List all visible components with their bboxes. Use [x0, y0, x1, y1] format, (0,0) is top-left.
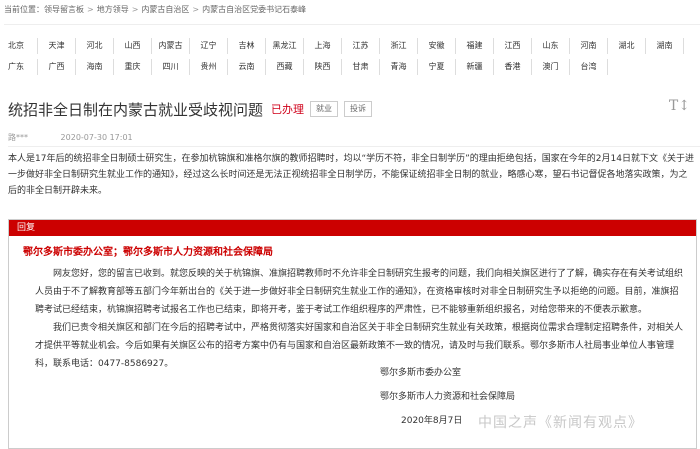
region-link[interactable]: 河北 [76, 38, 114, 54]
region-nav: 北京 天津 河北 山西 内蒙古 辽宁 吉林 黑龙江 上海 江苏 浙江 安徽 福建 江西 山东 河南 湖北 湖南 广… [8, 38, 692, 80]
region-link[interactable]: 澳门 [532, 59, 570, 75]
region-link[interactable]: 上海 [304, 38, 342, 54]
reply-signature-date: 2020年8月7日 [401, 416, 463, 426]
region-link[interactable]: 甘肃 [342, 59, 380, 75]
breadcrumb-item-leader[interactable]: 内蒙古自治区党委书记石泰峰 [202, 5, 306, 14]
region-link[interactable]: 北京 [8, 38, 38, 54]
reply-paragraph: 我们已责令相关旗区和部门在今后的招聘考试中，严格贯彻落实好国家和自治区关于非全日… [35, 323, 684, 369]
post-date: 2020-07-30 17:01 [60, 133, 133, 142]
region-link[interactable]: 新疆 [456, 59, 494, 75]
breadcrumb-item-province[interactable]: 内蒙古自治区 [141, 5, 189, 14]
region-link[interactable]: 山西 [114, 38, 152, 54]
region-row-1: 北京 天津 河北 山西 内蒙古 辽宁 吉林 黑龙江 上海 江苏 浙江 安徽 福建 江西 山东 河南 湖北 湖南 [8, 38, 692, 54]
region-link[interactable]: 福建 [456, 38, 494, 54]
message-title-row: 统招非全日制在内蒙古就业受歧视问题 已办理 就业 投诉 T↕ [8, 96, 696, 122]
region-link[interactable]: 台湾 [570, 59, 608, 75]
region-link[interactable]: 内蒙古 [152, 38, 190, 54]
reply-body: 网友您好，您的留言已收到。就您反映的关于杭锦旗、准旗招聘教师时不允许非全日制研究… [35, 265, 685, 373]
region-link[interactable]: 江苏 [342, 38, 380, 54]
breadcrumb-prefix: 当前位置： [4, 5, 44, 14]
breadcrumb-separator: > [131, 5, 139, 14]
region-link[interactable]: 海南 [76, 59, 114, 75]
region-link[interactable]: 西藏 [266, 59, 304, 75]
tag-category[interactable]: 就业 [310, 101, 339, 117]
region-link[interactable]: 湖北 [608, 38, 646, 54]
region-link[interactable]: 贵州 [190, 59, 228, 75]
tag-type[interactable]: 投诉 [344, 101, 373, 117]
region-link[interactable]: 广西 [38, 59, 76, 75]
region-link[interactable]: 辽宁 [190, 38, 228, 54]
region-link[interactable]: 安徽 [418, 38, 456, 54]
reply-paragraph: 网友您好，您的留言已收到。就您反映的关于杭锦旗、准旗招聘教师时不允许非全日制研究… [35, 269, 684, 315]
region-link[interactable]: 天津 [38, 38, 76, 54]
region-link[interactable]: 四川 [152, 59, 190, 75]
meta-divider [8, 146, 700, 147]
breadcrumb-item-message-board[interactable]: 领导留言板 [44, 5, 84, 14]
reply-signature-office: 鄂尔多斯市委办公室 [380, 368, 462, 378]
region-link[interactable]: 陕西 [304, 59, 342, 75]
font-size-icon[interactable]: T↕ [669, 98, 690, 114]
region-link[interactable]: 香港 [494, 59, 532, 75]
region-link[interactable]: 黑龙江 [266, 38, 304, 54]
breadcrumb-separator: > [87, 5, 94, 14]
region-link[interactable]: 江西 [494, 38, 532, 54]
region-link[interactable]: 云南 [228, 59, 266, 75]
status-badge: 已办理 [271, 103, 305, 116]
region-link[interactable]: 山东 [532, 38, 570, 54]
region-row-2: 广东 广西 海南 重庆 四川 贵州 云南 西藏 陕西 甘肃 青海 宁夏 新疆 香港 澳门 台湾 [8, 59, 692, 75]
breadcrumb-divider [4, 24, 700, 25]
breadcrumb-item-local-leaders[interactable]: 地方领导 [97, 5, 129, 14]
breadcrumb-separator: > [192, 5, 200, 14]
author-name: 路*** [8, 133, 28, 142]
region-link[interactable]: 河南 [570, 38, 608, 54]
region-link[interactable]: 宁夏 [418, 59, 456, 75]
reply-signature-bureau: 鄂尔多斯市人力资源和社会保障局 [380, 392, 516, 402]
message-meta: 路*** 2020-07-30 17:01 [8, 132, 133, 143]
reply-department: 鄂尔多斯市委办公室；鄂尔多斯市人力资源和社会保障局 [23, 247, 273, 258]
reply-header: 回复 [9, 220, 696, 236]
region-link[interactable]: 吉林 [228, 38, 266, 54]
region-link[interactable]: 广东 [8, 59, 38, 75]
region-link[interactable]: 青海 [380, 59, 418, 75]
region-link[interactable]: 重庆 [114, 59, 152, 75]
region-link[interactable]: 湖南 [646, 38, 684, 54]
watermark: 中国之声《新闻有观点》 [478, 415, 643, 431]
breadcrumb: 当前位置：领导留言板 > 地方领导 > 内蒙古自治区 > 内蒙古自治区党委书记石泰峰 [4, 2, 700, 18]
region-link[interactable]: 浙江 [380, 38, 418, 54]
message-title: 统招非全日制在内蒙古就业受歧视问题 [8, 100, 264, 119]
message-body: 本人是17年后的统招非全日制硕士研究生，在参加杭锦旗和准格尔旗的教师招聘时，均以… [8, 154, 694, 196]
